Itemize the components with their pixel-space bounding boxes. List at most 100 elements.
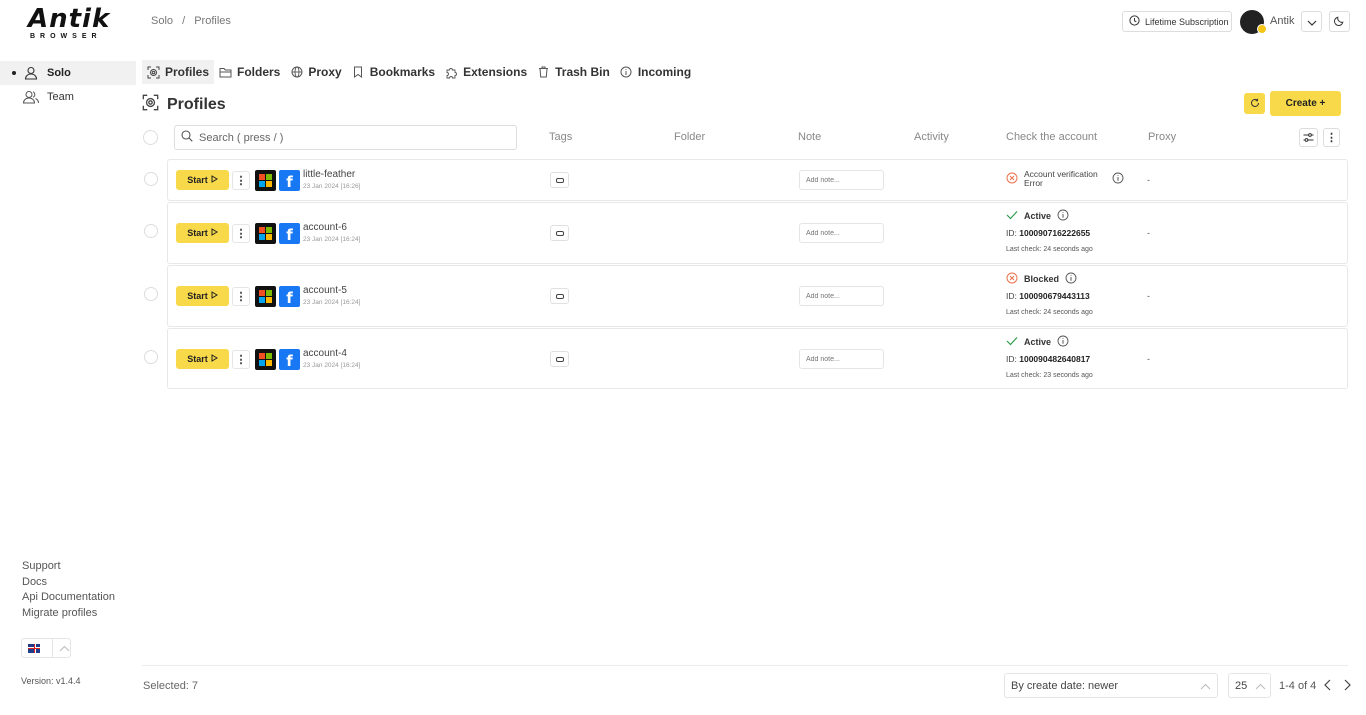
table-row[interactable]: Start ⋮ f little-feather 23 Jan 2024 [16… [167,159,1348,201]
tab-bookmarks[interactable]: Bookmarks [347,60,440,84]
sidebar-item-solo[interactable]: Solo [0,61,136,85]
app-version: Version: v1.4.4 [21,676,81,686]
info-icon[interactable] [1065,272,1077,286]
row-menu-button[interactable]: ⋮ [232,224,250,243]
facebook-icon: f [279,223,300,244]
more-options-button[interactable]: ⋮ [1323,128,1340,147]
tab-profiles[interactable]: Profiles [142,60,215,84]
tab-proxy[interactable]: Proxy [285,60,346,84]
divider [52,638,53,658]
info-icon[interactable] [1057,209,1069,223]
account-status: Active [1006,335,1069,349]
logo-sub-text: BROWSER [30,33,102,40]
start-button[interactable]: Start [176,223,229,243]
row-checkbox[interactable] [144,350,158,364]
check-icon [1006,336,1018,348]
chevron-right-icon [1344,679,1351,694]
user-menu-button[interactable] [1301,11,1322,32]
theme-toggle-button[interactable] [1329,11,1350,32]
tag-icon [555,230,564,236]
page-title-text: Profiles [167,96,226,113]
proxy-value: - [1147,291,1150,301]
support-link[interactable]: Support [22,559,115,575]
pagination-range: 1-4 of 4 [1279,680,1317,692]
last-check: Last check: 24 seconds ago [1006,246,1093,253]
tab-folders[interactable]: Folders [214,60,285,84]
id-value: 100090679443113 [1019,291,1090,301]
note-input[interactable] [799,349,884,369]
column-header-folder[interactable]: Folder [674,131,705,143]
row-menu-button[interactable]: ⋮ [232,287,250,306]
tab-incoming[interactable]: Incoming [615,60,696,84]
create-profile-button[interactable]: Create + [1270,91,1341,116]
sidebar-item-team[interactable]: Team [0,85,136,109]
profile-name[interactable]: account-6 [303,222,347,233]
tab-label: Extensions [463,65,528,79]
add-tag-button[interactable] [550,172,569,188]
selected-count: Selected: 7 [143,680,199,692]
profile-name[interactable]: little-feather [303,169,355,180]
breadcrumb-solo[interactable]: Solo [151,15,173,27]
tab-trash-bin[interactable]: Trash Bin [532,60,615,84]
note-input[interactable] [799,223,884,243]
tab-extensions[interactable]: Extensions [440,60,532,84]
table-row[interactable]: Start ⋮ f account-6 23 Jan 2024 [16:24] … [167,202,1348,264]
tab-label: Trash Bin [555,65,610,79]
column-header-tags[interactable]: Tags [549,131,572,143]
sort-select[interactable]: By create date: newer [1004,673,1218,698]
last-check: Last check: 24 seconds ago [1006,309,1093,316]
migrate-profiles-link[interactable]: Migrate profiles [22,606,115,622]
next-page-button[interactable] [1340,678,1354,694]
account-id: ID: 100090679443113 [1006,291,1090,301]
row-checkbox[interactable] [144,287,158,301]
profile-name[interactable]: account-5 [303,285,347,296]
row-checkbox[interactable] [144,224,158,238]
table-row[interactable]: Start ⋮ f account-4 23 Jan 2024 [16:24] … [167,328,1348,389]
note-input[interactable] [799,170,884,190]
row-menu-button[interactable]: ⋮ [232,350,250,369]
column-header-check-account[interactable]: Check the account [1006,131,1097,143]
start-button[interactable]: Start [176,170,229,190]
info-icon [620,66,633,79]
search-input[interactable] [199,131,499,144]
lifetime-subscription-button[interactable]: Lifetime Subscription [1122,11,1232,32]
column-settings-button[interactable] [1299,128,1318,147]
column-header-note[interactable]: Note [798,131,821,143]
note-input[interactable] [799,286,884,306]
add-tag-button[interactable] [550,288,569,304]
user-name[interactable]: Antik [1270,15,1294,27]
id-label: ID: [1006,354,1017,364]
account-status: Account verification Error [1006,170,1124,187]
footer-divider [142,665,1348,666]
info-icon[interactable] [1112,172,1124,186]
blocked-icon [1006,272,1018,286]
proxy-value: - [1147,175,1150,185]
row-menu-button[interactable]: ⋮ [232,171,250,190]
api-documentation-link[interactable]: Api Documentation [22,590,115,606]
windows-icon [255,286,276,307]
table-row[interactable]: Start ⋮ f account-5 23 Jan 2024 [16:24] … [167,265,1348,327]
chevron-down-icon [1307,15,1317,29]
page-size-select[interactable]: 25 [1228,673,1271,698]
select-all-checkbox[interactable] [143,130,158,145]
info-icon[interactable] [1057,335,1069,349]
sidebar-item-label: Team [47,91,74,103]
previous-page-button[interactable] [1320,678,1334,694]
add-tag-button[interactable] [550,225,569,241]
fingerprint-icon [142,94,159,116]
column-header-activity[interactable]: Activity [914,131,949,143]
breadcrumb-profiles: Profiles [194,15,231,27]
search-field[interactable] [174,125,517,150]
row-checkbox[interactable] [144,172,158,186]
column-header-proxy[interactable]: Proxy [1148,131,1176,143]
language-select[interactable] [21,638,71,658]
start-button[interactable]: Start [176,286,229,306]
add-tag-button[interactable] [550,351,569,367]
app-logo[interactable]: Antik BROWSER [28,6,109,42]
tab-label: Folders [237,65,281,79]
play-icon [211,175,218,185]
docs-link[interactable]: Docs [22,575,115,591]
start-button[interactable]: Start [176,349,229,369]
refresh-button[interactable] [1244,93,1265,114]
profile-name[interactable]: account-4 [303,348,347,359]
